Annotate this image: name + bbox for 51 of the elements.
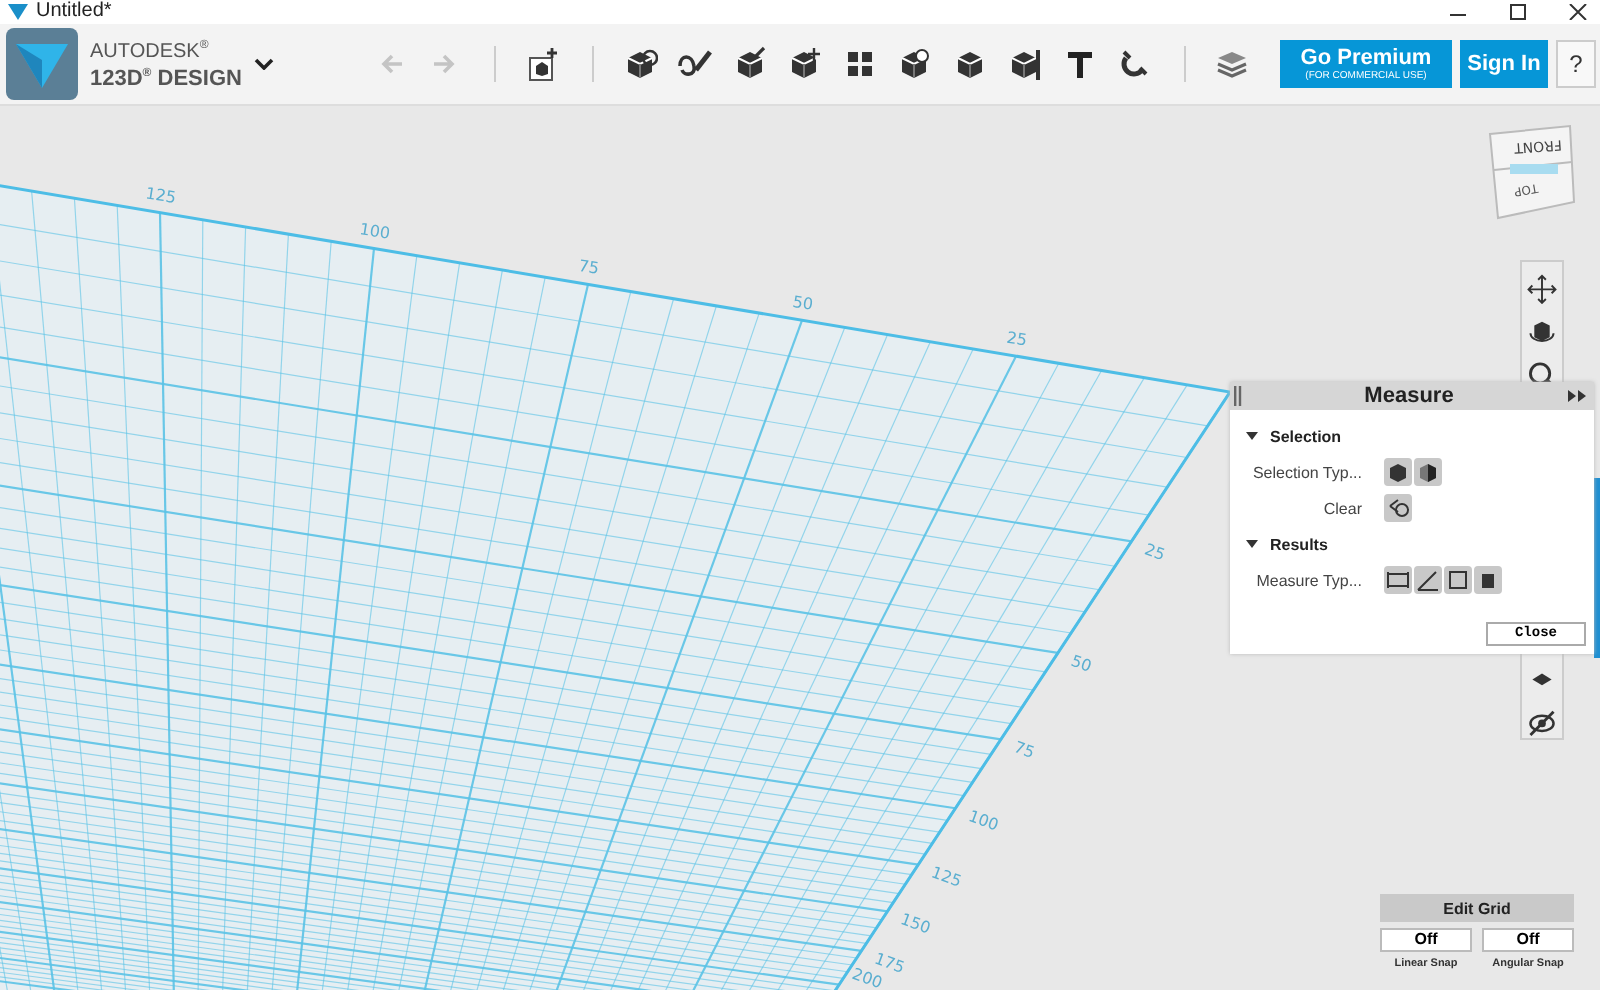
grid-label: 100: [966, 807, 1001, 835]
add-box-icon[interactable]: [524, 46, 560, 82]
collapse-icon[interactable]: [1568, 390, 1586, 402]
pencil-curve-icon[interactable]: [676, 46, 712, 82]
ruler-cube-icon[interactable]: [1006, 46, 1042, 82]
grid-label: 125: [928, 863, 964, 891]
grid-label: 50: [791, 292, 815, 314]
distance-icon: [1384, 566, 1412, 594]
section-header[interactable]: Results: [1246, 526, 1586, 562]
grid-label: 75: [1011, 738, 1037, 763]
orbit-icon[interactable]: [1526, 316, 1558, 348]
pan-icon[interactable]: [1526, 274, 1558, 305]
square-icon: [1444, 566, 1472, 594]
tool-button[interactable]: [1384, 566, 1412, 594]
angle-icon: [1414, 566, 1442, 594]
grid-label: 75: [577, 256, 601, 278]
brand-name: AUTODESK$^{®}$: [90, 37, 211, 63]
chevron-down-icon[interactable]: [254, 58, 274, 70]
window-title: Untitled*: [36, 0, 112, 24]
grid-label: 100: [358, 220, 392, 243]
grip-icon[interactable]: [1234, 386, 1242, 406]
field-label: Clear: [1321, 499, 1362, 517]
grid-label: 125: [144, 184, 178, 207]
cube-merge-icon[interactable]: [896, 46, 932, 82]
cube-move-icon[interactable]: [786, 46, 822, 82]
help-button[interactable]: ?: [1556, 40, 1596, 88]
edit-grid-button[interactable]: Edit Grid: [1380, 894, 1574, 922]
tool-button[interactable]: [1414, 566, 1442, 594]
snap-field[interactable]: Off: [1380, 928, 1472, 952]
grid-label: 25: [1005, 328, 1029, 350]
panel-edge-icon: [1594, 478, 1600, 658]
grid-label: 25: [1142, 540, 1168, 565]
tool-button[interactable]: [1444, 566, 1472, 594]
maximize-icon[interactable]: [1508, 4, 1528, 20]
grid-label: 150: [898, 910, 933, 938]
eye-slash-icon[interactable]: [1526, 707, 1558, 738]
field-label: Measure Typ...: [1254, 571, 1362, 589]
cube-icon: [1384, 458, 1412, 486]
product-name: 123D$^{®}$ DESIGN: [90, 65, 244, 92]
close-icon[interactable]: [1568, 4, 1588, 20]
section-header[interactable]: Selection: [1246, 418, 1586, 454]
tool-button[interactable]: [1414, 458, 1442, 486]
grid-label: 50: [1068, 651, 1094, 676]
snap-field[interactable]: Off: [1482, 928, 1574, 952]
app-logo-icon: [6, 28, 78, 100]
half-cube-icon: [1414, 458, 1442, 486]
panel-title: Measure: [1362, 384, 1456, 408]
app-logo-icon: [8, 4, 28, 20]
tool-button[interactable]: [1384, 458, 1412, 486]
field-label: Selection Typ...: [1250, 463, 1362, 481]
layers-icon[interactable]: [1213, 46, 1249, 82]
